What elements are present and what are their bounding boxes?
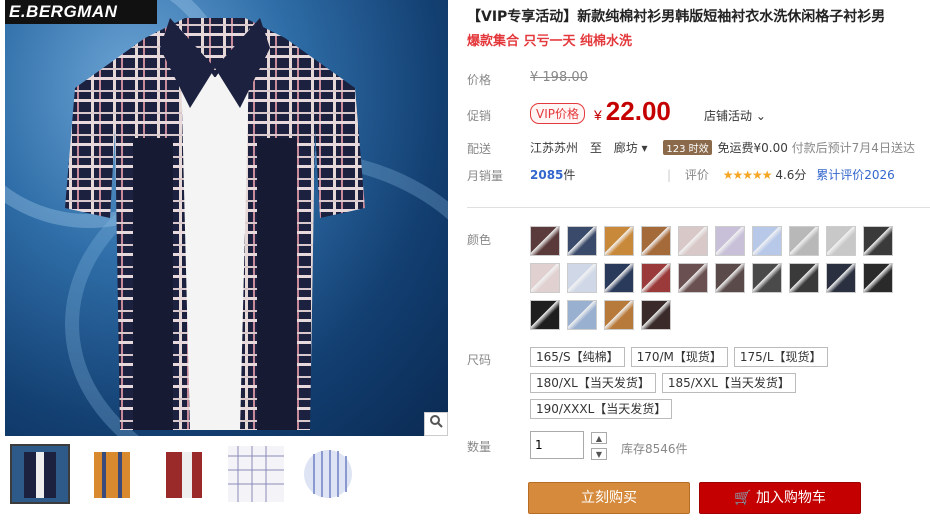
color-swatch[interactable] bbox=[826, 263, 856, 293]
size-option[interactable]: 170/M【现货】 bbox=[630, 347, 728, 367]
size-options: 165/S【纯棉】 170/M【现货】 175/L【现货】 180/XL【当天发货】 1… bbox=[530, 347, 850, 419]
currency-symbol: ¥ bbox=[594, 107, 602, 123]
shipping-fee: 免运费¥0.00 bbox=[717, 141, 788, 155]
quantity-increase-button[interactable]: ▲ bbox=[591, 432, 607, 444]
color-swatch[interactable] bbox=[863, 226, 893, 256]
size-option[interactable]: 175/L【现货】 bbox=[733, 347, 828, 367]
color-swatch[interactable] bbox=[826, 226, 856, 256]
color-swatch[interactable] bbox=[530, 300, 560, 330]
color-swatch[interactable] bbox=[641, 226, 671, 256]
color-swatch[interactable] bbox=[567, 226, 597, 256]
product-gallery: E.BERGMAN bbox=[5, 0, 448, 521]
ship-from: 江苏苏州 bbox=[530, 141, 579, 155]
rating-row: | 评价 ★★★★★ 4.6分 累计评价2026 bbox=[667, 168, 895, 182]
color-swatch[interactable] bbox=[530, 226, 560, 256]
thumbnail-orange-plaid[interactable] bbox=[82, 444, 142, 504]
sales-label: 月销量 bbox=[467, 169, 504, 183]
main-product-image[interactable]: E.BERGMAN bbox=[5, 0, 448, 436]
color-swatch[interactable] bbox=[752, 226, 782, 256]
sale-price-value: 22.00 bbox=[605, 96, 671, 126]
color-swatch[interactable] bbox=[530, 263, 560, 293]
caret-down-icon: ▾ bbox=[641, 141, 648, 155]
color-swatch[interactable] bbox=[567, 300, 597, 330]
product-subtitle: 爆款集合 只亏一天 纯棉水洗 bbox=[467, 34, 633, 49]
quantity-decrease-button[interactable]: ▼ bbox=[591, 448, 607, 460]
size-option[interactable]: 165/S【纯棉】 bbox=[530, 347, 625, 367]
stock-count: 库存8546件 bbox=[621, 442, 688, 456]
color-swatch[interactable] bbox=[641, 300, 671, 330]
rating-label: 评价 bbox=[684, 168, 709, 182]
color-swatch[interactable] bbox=[567, 263, 597, 293]
magnifier-icon[interactable] bbox=[424, 412, 448, 436]
vip-price-badge: VIP价格 bbox=[530, 103, 585, 124]
color-swatch[interactable] bbox=[641, 263, 671, 293]
color-swatch[interactable] bbox=[678, 263, 708, 293]
shipping-label: 配送 bbox=[467, 142, 492, 156]
color-swatch[interactable] bbox=[604, 226, 634, 256]
color-swatch[interactable] bbox=[715, 263, 745, 293]
ship-to: 廊坊 bbox=[613, 141, 638, 155]
color-swatches bbox=[530, 226, 920, 330]
color-swatch[interactable] bbox=[789, 263, 819, 293]
product-title: 【VIP专享活动】新款纯棉衬衫男韩版短袖衬衣水洗休闲格子衬衫男 bbox=[467, 9, 886, 25]
ship-to-word: 至 bbox=[589, 141, 602, 155]
thumbnail-navy-plaid[interactable] bbox=[10, 444, 70, 504]
color-swatch[interactable] bbox=[604, 263, 634, 293]
rating-score: 4.6分 bbox=[775, 168, 807, 182]
add-to-cart-button[interactable]: 🛒 加入购物车 bbox=[699, 482, 861, 514]
ship-to-selector[interactable]: 廊坊 ▾ bbox=[614, 141, 648, 155]
color-swatch[interactable] bbox=[789, 226, 819, 256]
shop-promo-dropdown[interactable]: 店铺活动 ⌄ bbox=[704, 107, 766, 124]
promo-label: 促销 bbox=[467, 109, 492, 123]
color-swatch[interactable] bbox=[863, 263, 893, 293]
shirt-illustration bbox=[65, 18, 365, 430]
divider bbox=[467, 207, 930, 208]
original-price: ¥ 198.00 bbox=[530, 70, 588, 85]
color-swatch[interactable] bbox=[604, 300, 634, 330]
add-to-cart-label: 加入购物车 bbox=[755, 490, 826, 506]
buy-now-button[interactable]: 立刻购买 bbox=[528, 482, 690, 514]
star-rating-icon: ★★★★★ bbox=[722, 168, 773, 182]
color-label: 颜色 bbox=[467, 233, 492, 247]
sales-count: 2085 bbox=[530, 168, 564, 182]
thumbnail-red-plaid[interactable] bbox=[154, 444, 214, 504]
sales-unit: 件 bbox=[563, 168, 576, 182]
size-option[interactable]: 180/XL【当天发货】 bbox=[530, 373, 656, 393]
color-swatch[interactable] bbox=[715, 226, 745, 256]
reviews-link[interactable]: 累计评价2026 bbox=[816, 168, 895, 182]
color-swatch[interactable] bbox=[678, 226, 708, 256]
thumbnail-white-grid[interactable] bbox=[226, 444, 286, 504]
delivery-badge: 123 时效 bbox=[663, 140, 712, 155]
quantity-label: 数量 bbox=[467, 440, 492, 454]
chevron-down-icon: ⌄ bbox=[752, 109, 766, 123]
quantity-input[interactable] bbox=[530, 431, 584, 459]
delivery-eta: 付款后预计7月4日送达 bbox=[791, 141, 915, 155]
cart-icon: 🛒 bbox=[734, 490, 752, 506]
thumbnail-blue-stripe[interactable] bbox=[298, 444, 358, 504]
thumbnail-strip bbox=[10, 444, 358, 504]
size-option[interactable]: 190/XXXL【当天发货】 bbox=[530, 399, 673, 419]
size-option[interactable]: 185/XXL【当天发货】 bbox=[661, 373, 796, 393]
sale-price: ¥22.00 bbox=[594, 96, 671, 127]
color-swatch[interactable] bbox=[752, 263, 782, 293]
size-label: 尺码 bbox=[467, 353, 492, 367]
monthly-sales: 2085件 bbox=[530, 166, 575, 183]
price-label: 价格 bbox=[467, 73, 492, 87]
shop-promo-label: 店铺活动 bbox=[704, 109, 753, 123]
shipping-row: 江苏苏州 至 廊坊 ▾ 123 时效 免运费¥0.00 付款后预计7月4日送达 bbox=[530, 139, 915, 156]
